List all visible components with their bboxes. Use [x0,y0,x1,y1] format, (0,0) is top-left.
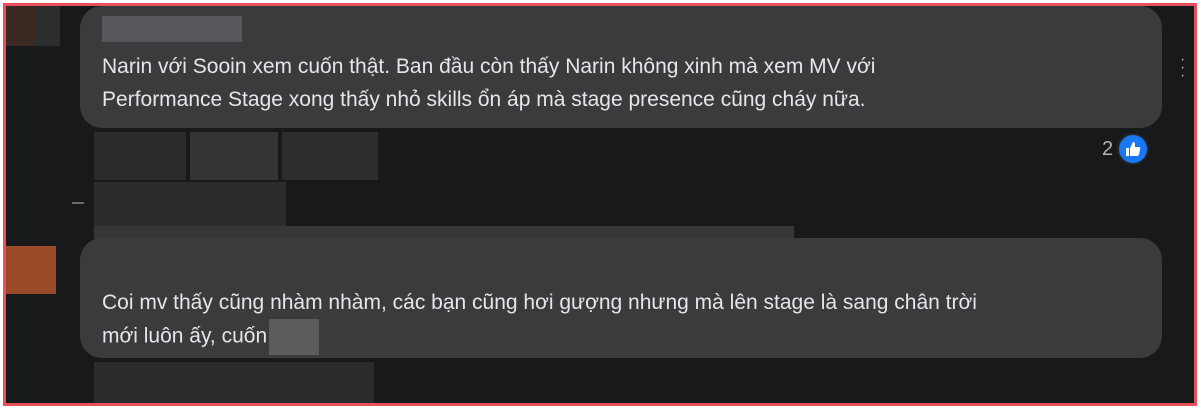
reaction-summary-1[interactable]: 2 [1102,133,1150,165]
comment-text-2-line-2: mới luôn ấy, cuốn [102,319,977,355]
comment-text-1-line-2: Performance Stage xong thấy nhỏ skills ổ… [102,88,866,111]
comment-actions-censored-1b [190,132,278,180]
avatar-censored-1b [36,6,60,46]
comment-text-1: Narin với Sooin xem cuốn thật. Ban đầu c… [102,50,875,116]
comment-text-2-line-1: Coi mv thấy cũng nhàm nhàm, các bạn cũng… [102,291,977,314]
comment-bubble-2: Coi mv thấy cũng nhàm nhàm, các bạn cũng… [80,238,1162,358]
comment-actions-censored-1d [94,182,286,232]
reaction-count: 2 [1102,137,1114,160]
divider-dash [72,202,84,204]
comment-text-1-line-1: Narin với Sooin xem cuốn thật. Ban đầu c… [102,55,876,78]
comment-bubble-1: Narin với Sooin xem cuốn thật. Ban đầu c… [80,6,1162,128]
comment-text-2: Coi mv thấy cũng nhàm nhàm, các bạn cũng… [102,286,977,355]
like-icon [1117,133,1150,165]
commenter-name-censored-1[interactable] [102,16,242,42]
comment-thread-screenshot: Narin với Sooin xem cuốn thật. Ban đầu c… [3,3,1197,406]
more-options-icon[interactable]: · · · [1180,52,1190,84]
emoji-censored [269,319,320,355]
comment-actions-censored-1c [282,132,378,180]
avatar-censored-2[interactable] [6,246,56,294]
comment-text-2-line-2-text: mới luôn ấy, cuốn [102,324,268,348]
comment-actions-censored-1 [94,132,186,180]
comment-actions-censored-2 [94,362,374,403]
